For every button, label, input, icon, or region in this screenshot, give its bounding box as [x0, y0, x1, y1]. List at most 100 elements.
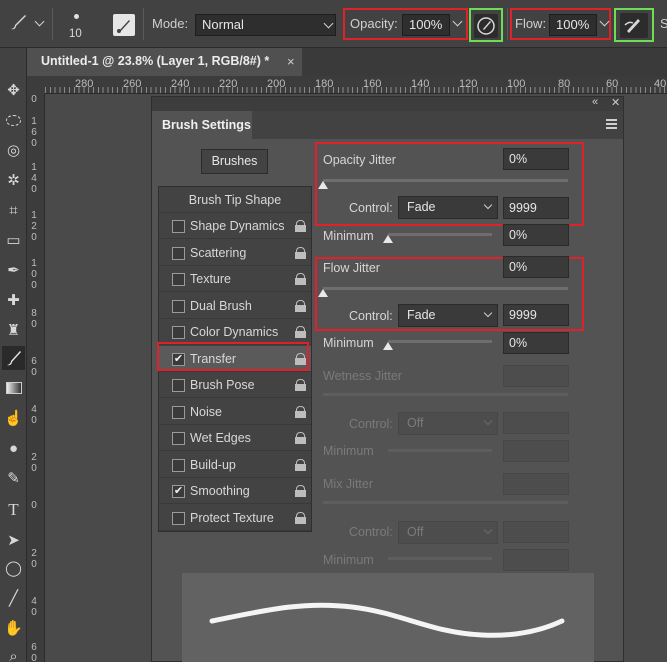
healing-brush-tool-icon[interactable]: ✚: [2, 288, 25, 312]
crop-tool-icon[interactable]: ⌗: [2, 198, 25, 222]
type-tool-icon[interactable]: T: [2, 498, 25, 522]
ellipse-tool-icon[interactable]: ◯: [2, 556, 25, 580]
flow-minimum-input[interactable]: 0%: [503, 332, 569, 354]
flow-control-dropdown[interactable]: Fade: [398, 304, 498, 327]
eyedropper-tool-icon[interactable]: ✒: [2, 258, 25, 282]
collapse-panel-icon[interactable]: «: [592, 96, 598, 108]
opacity-jitter-input[interactable]: 0%: [503, 148, 569, 170]
wetness-control-dropdown: Off: [398, 412, 498, 435]
brush-settings-toggle-button[interactable]: [113, 14, 135, 36]
clone-stamp-tool-icon[interactable]: ♜: [2, 318, 25, 342]
list-item[interactable]: Texture: [159, 266, 311, 292]
marquee-tool-icon[interactable]: [2, 108, 25, 132]
checkbox[interactable]: [172, 246, 185, 260]
flow-jitter-slider-track[interactable]: [323, 287, 568, 290]
lock-icon[interactable]: [295, 299, 306, 312]
lock-icon[interactable]: [295, 405, 306, 418]
opacity-minimum-input[interactable]: 0%: [503, 224, 569, 246]
mode-dropdown[interactable]: Normal: [195, 14, 336, 36]
list-item[interactable]: Build-up: [159, 452, 311, 478]
flow-input[interactable]: 100%: [549, 14, 597, 36]
checkbox[interactable]: [172, 273, 185, 286]
flow-minimum-slider-track[interactable]: [388, 340, 492, 343]
opacity-minimum-label: Minimum: [323, 229, 374, 243]
list-item-label: Noise: [190, 404, 222, 419]
lock-icon[interactable]: [295, 511, 306, 524]
flow-minimum-slider-thumb[interactable]: [383, 342, 393, 350]
list-item[interactable]: Scattering: [159, 240, 311, 266]
brush-tool-icon[interactable]: [2, 346, 25, 370]
checkbox[interactable]: [172, 379, 185, 392]
tab-brush-settings[interactable]: Brush Settings: [152, 111, 252, 139]
ruler-label: 20: [31, 548, 37, 570]
opacity-jitter-slider-track[interactable]: [323, 179, 568, 182]
panel-menu-icon[interactable]: [606, 119, 617, 129]
chevron-down-icon: [483, 200, 493, 210]
opacity-minimum-slider-track[interactable]: [388, 233, 492, 236]
checkbox[interactable]: [172, 220, 185, 233]
flow-jitter-label: Flow Jitter: [323, 261, 380, 275]
zoom-tool-icon[interactable]: ⌕: [2, 644, 25, 662]
lock-icon[interactable]: [295, 458, 306, 471]
wetness-control-value: Off: [407, 416, 424, 430]
checkbox[interactable]: [172, 511, 185, 525]
opacity-minimum-slider-thumb[interactable]: [383, 235, 393, 243]
pressure-for-opacity-button[interactable]: [474, 14, 498, 38]
lock-icon[interactable]: [295, 485, 306, 497]
checkbox[interactable]: [172, 432, 185, 445]
path-selection-tool-icon[interactable]: ➤: [2, 528, 25, 552]
lock-icon[interactable]: [295, 326, 306, 338]
tool-preset-chevron-down-icon[interactable]: [34, 16, 45, 27]
brush-tool-icon[interactable]: [8, 12, 28, 32]
document-tab[interactable]: Untitled-1 @ 23.8% (Layer 1, RGB/8#) *: [27, 48, 302, 76]
lock-icon[interactable]: [295, 379, 306, 391]
opacity-jitter-slider-thumb[interactable]: [318, 181, 328, 189]
ruler-label: 200: [267, 78, 286, 90]
airbrush-button[interactable]: [620, 13, 648, 38]
flow-label: Flow:: [515, 16, 547, 31]
lock-icon[interactable]: [295, 273, 306, 285]
lock-icon[interactable]: [295, 246, 306, 259]
frame-tool-icon[interactable]: ▭: [2, 228, 25, 252]
lasso-tool-icon[interactable]: ◎: [2, 138, 25, 162]
line-tool-icon[interactable]: ╱: [2, 586, 25, 610]
close-panel-icon[interactable]: ✕: [611, 96, 620, 109]
move-tool-icon[interactable]: ✥: [2, 78, 25, 102]
opacity-fade-steps-input[interactable]: 9999: [503, 197, 569, 219]
list-item[interactable]: Noise: [159, 399, 311, 425]
list-item-brush-tip-shape[interactable]: Brush Tip Shape: [159, 187, 311, 213]
ruler-label: 100: [507, 78, 526, 90]
pen-tool-icon[interactable]: ✎: [2, 466, 25, 490]
checkbox[interactable]: [172, 405, 185, 419]
dodge-tool-icon[interactable]: ●: [2, 436, 25, 460]
opacity-input[interactable]: 100%: [402, 14, 450, 36]
list-item[interactable]: Brush Pose: [159, 372, 311, 398]
checkbox[interactable]: [172, 299, 185, 313]
list-item[interactable]: Wet Edges: [159, 425, 311, 451]
close-document-icon[interactable]: ×: [287, 48, 295, 75]
hand-tool-icon[interactable]: ✋: [2, 616, 25, 640]
flow-jitter-slider-thumb[interactable]: [318, 289, 328, 297]
flow-fade-steps-input[interactable]: 9999: [503, 304, 569, 326]
flow-jitter-input[interactable]: 0%: [503, 256, 569, 278]
brush-stroke-preview-graphic: [209, 602, 565, 638]
wetness-minimum-slider-track: [388, 449, 492, 452]
brushes-button[interactable]: Brushes: [201, 149, 268, 174]
checkbox[interactable]: [172, 458, 185, 472]
opacity-control-dropdown[interactable]: Fade: [398, 196, 498, 219]
magic-wand-tool-icon[interactable]: ✲: [2, 168, 25, 192]
transfer-highlight: [157, 342, 309, 371]
smudge-tool-icon[interactable]: ☝: [2, 406, 25, 430]
brush-preset-picker[interactable]: 10: [69, 8, 85, 44]
list-item-label: Smoothing: [190, 484, 250, 498]
list-item-label: Wet Edges: [190, 431, 251, 445]
list-item[interactable]: Dual Brush: [159, 293, 311, 319]
list-item[interactable]: Protect Texture: [159, 505, 311, 531]
checkbox[interactable]: ✔: [172, 485, 185, 498]
checkbox[interactable]: [172, 326, 185, 339]
gradient-tool-icon[interactable]: [2, 376, 25, 400]
lock-icon[interactable]: [295, 220, 306, 232]
list-item[interactable]: ✔ Smoothing: [159, 478, 311, 504]
list-item[interactable]: Shape Dynamics: [159, 213, 311, 239]
lock-icon[interactable]: [295, 432, 306, 444]
